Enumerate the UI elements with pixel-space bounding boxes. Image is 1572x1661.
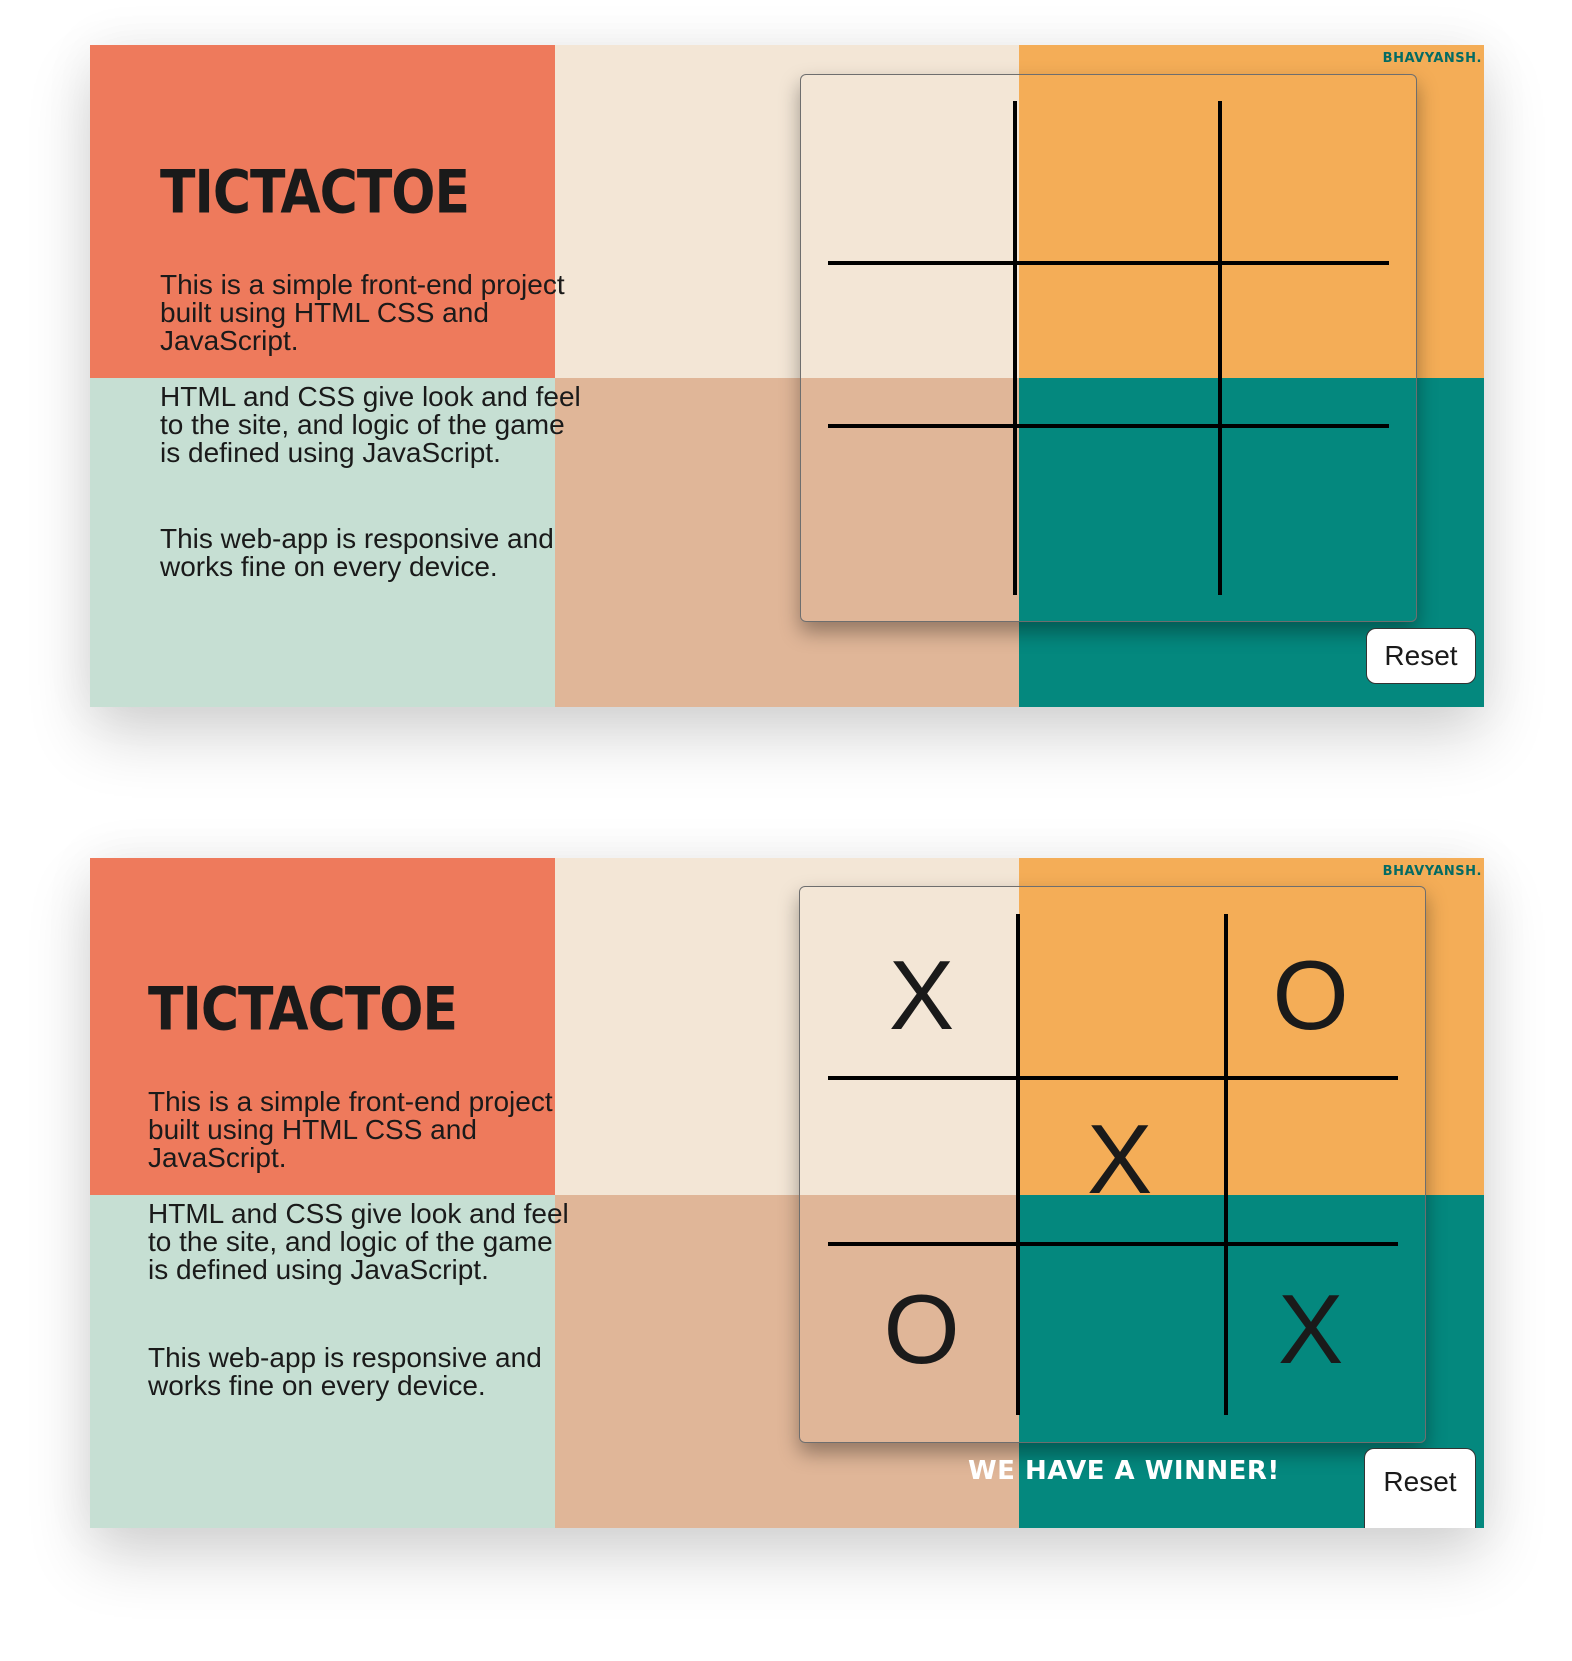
reset-button[interactable]: Reset [1366, 628, 1476, 684]
tech-paragraph: HTML and CSS give look and feel to the s… [148, 1198, 569, 1285]
board-cell-7[interactable] [828, 424, 1013, 594]
reset-button[interactable]: Reset [1364, 1448, 1476, 1528]
board-cell-5[interactable]: X [1016, 1076, 1224, 1243]
screenshot-empty-board: BHAVYANSH. TICTACTOE This is a simple fr… [90, 45, 1484, 707]
board-cell-3[interactable] [1218, 101, 1389, 260]
page-title: TICTACTOE [148, 975, 458, 1045]
page-title: TICTACTOE [160, 158, 470, 228]
board-cell-5[interactable] [1013, 261, 1218, 425]
board-cell-6[interactable] [1218, 261, 1389, 425]
brand-logo[interactable]: BHAVYANSH. [1383, 864, 1482, 879]
board-cell-2[interactable] [1013, 101, 1218, 260]
board-cell-3[interactable]: O [1224, 914, 1398, 1076]
tech-paragraph: HTML and CSS give look and feel to the s… [160, 381, 581, 468]
responsive-paragraph: This web-app is responsive and works fin… [160, 523, 554, 582]
screenshot-winner-board: BHAVYANSH. TICTACTOE This is a simple fr… [90, 858, 1484, 1528]
board-cell-4[interactable] [828, 261, 1013, 425]
board-cell-8[interactable] [1013, 424, 1218, 594]
board-cell-7[interactable]: O [828, 1242, 1016, 1415]
board-cell-4[interactable] [828, 1076, 1016, 1243]
brand-logo[interactable]: BHAVYANSH. [1383, 51, 1482, 66]
board-cell-8[interactable] [1016, 1242, 1224, 1415]
board-cell-1[interactable]: X [828, 914, 1016, 1076]
winner-message: WE HAVE A WINNER! [968, 1456, 1280, 1486]
game-board: XOXOX [799, 886, 1426, 1443]
board-cell-6[interactable] [1224, 1076, 1398, 1243]
board-cell-2[interactable] [1016, 914, 1224, 1076]
board-cell-9[interactable]: X [1224, 1242, 1398, 1415]
game-board [800, 74, 1417, 622]
board-cell-1[interactable] [828, 101, 1013, 260]
intro-paragraph: This is a simple front-end project built… [148, 1086, 553, 1173]
board-cell-9[interactable] [1218, 424, 1389, 594]
responsive-paragraph: This web-app is responsive and works fin… [148, 1342, 542, 1401]
intro-paragraph: This is a simple front-end project built… [160, 269, 565, 356]
